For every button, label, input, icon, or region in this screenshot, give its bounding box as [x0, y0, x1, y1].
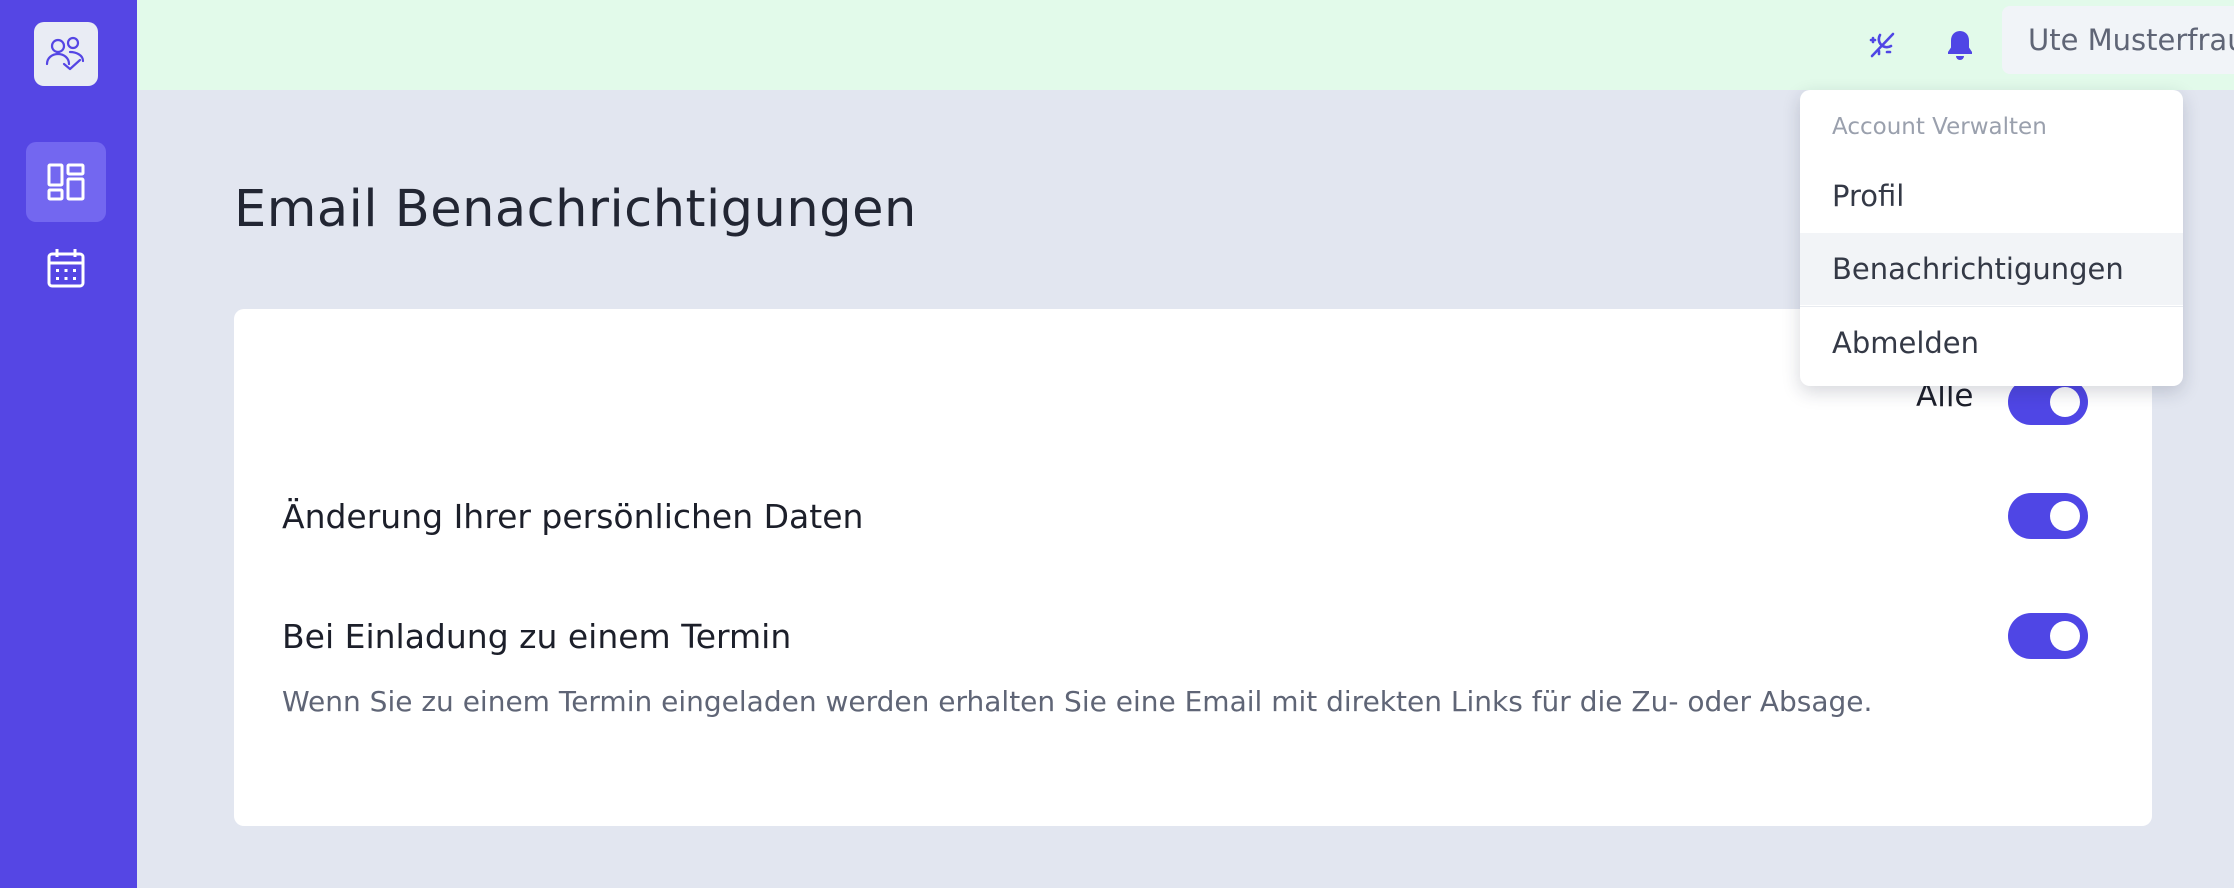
- user-dropdown-menu: Account Verwalten Profil Benachrichtigun…: [1800, 90, 2183, 386]
- personal-data-change-toggle[interactable]: [2008, 493, 2088, 539]
- sidebar-item-dashboard[interactable]: [26, 142, 106, 222]
- bell-icon: [1948, 31, 1972, 60]
- notifications-button[interactable]: [1937, 22, 1983, 68]
- appointment-invitation-description: Wenn Sie zu einem Termin eingeladen werd…: [282, 685, 1873, 718]
- appointment-invitation-label: Bei Einladung zu einem Termin: [282, 617, 792, 656]
- user-name: Ute Musterfrau: [2028, 23, 2234, 57]
- sidebar-item-calendar[interactable]: [26, 228, 106, 308]
- appointment-invitation-toggle[interactable]: [2008, 613, 2088, 659]
- dashboard-icon: [47, 163, 85, 201]
- personal-data-change-label: Änderung Ihrer persönlichen Daten: [282, 497, 864, 536]
- topbar: Ute Musterfrau: [137, 0, 2234, 90]
- theme-toggle-icon: [1869, 32, 1895, 58]
- user-group-logo-icon: [45, 36, 85, 71]
- user-menu-button[interactable]: Ute Musterfrau: [2002, 6, 2234, 74]
- calendar-icon: [47, 249, 85, 288]
- app-logo[interactable]: [34, 22, 98, 86]
- dropdown-heading: Account Verwalten: [1832, 114, 2047, 140]
- sidebar: [0, 0, 137, 888]
- menu-item-benachrichtigungen[interactable]: Benachrichtigungen: [1800, 233, 2183, 305]
- theme-toggle-button[interactable]: [1859, 22, 1905, 68]
- notification-settings-card: Alle Änderung Ihrer persönlichen Daten B…: [234, 309, 2152, 826]
- menu-item-abmelden[interactable]: Abmelden: [1800, 307, 2183, 379]
- page-title: Email Benachrichtigungen: [234, 180, 917, 239]
- menu-item-profil[interactable]: Profil: [1800, 160, 2183, 232]
